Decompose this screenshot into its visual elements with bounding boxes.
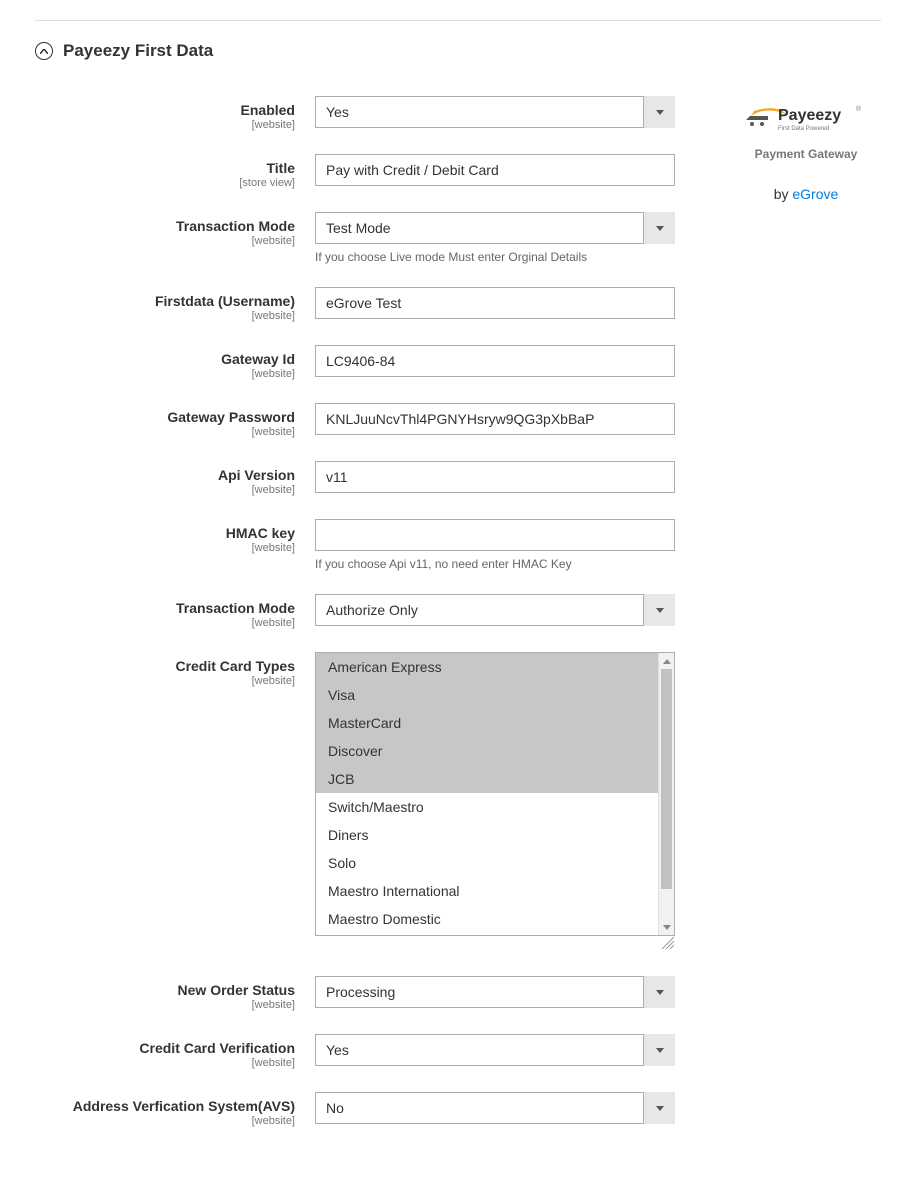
svg-text:®: ®: [856, 105, 862, 113]
egrove-link[interactable]: eGrove: [792, 186, 838, 202]
field-payment-action: Transaction Mode [website] Authorize Onl…: [35, 594, 701, 629]
chevron-down-icon: [643, 1034, 675, 1066]
sidebar-column: Payeezy First Data Powered ® Payment Gat…: [701, 96, 881, 202]
scope-website: [website]: [35, 1115, 295, 1127]
divider: [35, 20, 881, 21]
scrollbar[interactable]: [658, 653, 674, 935]
label-enabled: Enabled: [35, 102, 295, 118]
scroll-up-icon: [659, 653, 674, 669]
label-title: Title: [35, 160, 295, 176]
label-api-version: Api Version: [35, 467, 295, 483]
field-enabled: Enabled [website] Yes: [35, 96, 701, 131]
scroll-thumb[interactable]: [661, 669, 672, 889]
chevron-down-icon: [643, 594, 675, 626]
select-new-order-status[interactable]: Processing: [315, 976, 675, 1008]
multiselect-option[interactable]: JCB: [316, 765, 658, 793]
scroll-down-icon: [659, 919, 674, 935]
multiselect-option[interactable]: Visa: [316, 681, 658, 709]
select-transaction-mode[interactable]: Test Mode: [315, 212, 675, 244]
label-avs: Address Verfication System(AVS): [35, 1098, 295, 1114]
input-api-version[interactable]: [315, 461, 675, 493]
multiselect-option[interactable]: Discover: [316, 737, 658, 765]
scope-website: [website]: [35, 426, 295, 438]
note-transaction-mode: If you choose Live mode Must enter Orgin…: [315, 250, 675, 264]
gateway-text: Payment Gateway: [731, 147, 881, 161]
scope-website: [website]: [35, 675, 295, 687]
resize-grip-icon[interactable]: [660, 935, 674, 949]
input-firstdata-username[interactable]: [315, 287, 675, 319]
field-gateway-password: Gateway Password [website]: [35, 403, 701, 438]
section-header[interactable]: Payeezy First Data: [35, 41, 881, 61]
label-gateway-password: Gateway Password: [35, 409, 295, 425]
select-new-order-status-value: Processing: [315, 976, 675, 1008]
select-avs[interactable]: No: [315, 1092, 675, 1124]
input-gateway-password[interactable]: [315, 403, 675, 435]
collapse-up-icon: [35, 42, 53, 60]
label-ccv: Credit Card Verification: [35, 1040, 295, 1056]
label-hmac-key: HMAC key: [35, 525, 295, 541]
scope-website: [website]: [35, 368, 295, 380]
multiselect-option[interactable]: Maestro Domestic: [316, 905, 658, 933]
multiselect-option[interactable]: Maestro International: [316, 877, 658, 905]
scope-website: [website]: [35, 310, 295, 322]
select-transaction-mode-value: Test Mode: [315, 212, 675, 244]
scope-website: [website]: [35, 484, 295, 496]
field-transaction-mode: Transaction Mode [website] Test Mode If …: [35, 212, 701, 264]
select-ccv[interactable]: Yes: [315, 1034, 675, 1066]
scope-website: [website]: [35, 999, 295, 1011]
payeezy-logo: Payeezy First Data Powered ®: [731, 96, 881, 139]
select-avs-value: No: [315, 1092, 675, 1124]
field-credit-card-types: Credit Card Types [website] American Exp…: [35, 652, 701, 936]
input-hmac-key[interactable]: [315, 519, 675, 551]
select-payment-action-value: Authorize Only: [315, 594, 675, 626]
multiselect-option[interactable]: MasterCard: [316, 709, 658, 737]
field-firstdata-username: Firstdata (Username) [website]: [35, 287, 701, 322]
chevron-down-icon: [643, 1092, 675, 1124]
input-gateway-id[interactable]: [315, 345, 675, 377]
by-text: by: [774, 186, 793, 202]
by-egrove: by eGrove: [731, 186, 881, 202]
multiselect-option[interactable]: American Express: [316, 653, 658, 681]
chevron-down-icon: [643, 212, 675, 244]
scope-website: [website]: [35, 235, 295, 247]
field-new-order-status: New Order Status [website] Processing: [35, 976, 701, 1011]
note-hmac-key: If you choose Api v11, no need enter HMA…: [315, 557, 675, 571]
multiselect-option[interactable]: Solo: [316, 849, 658, 877]
section-title: Payeezy First Data: [63, 41, 213, 61]
multiselect-option[interactable]: Diners: [316, 821, 658, 849]
field-api-version: Api Version [website]: [35, 461, 701, 496]
chevron-down-icon: [643, 976, 675, 1008]
form-column: Enabled [website] Yes Title [store view]: [35, 96, 701, 1150]
logo-subtext: First Data Powered: [778, 126, 829, 132]
scope-storeview: [store view]: [35, 177, 295, 189]
chevron-down-icon: [643, 96, 675, 128]
label-firstdata-username: Firstdata (Username): [35, 293, 295, 309]
scope-website: [website]: [35, 119, 295, 131]
label-transaction-mode: Transaction Mode: [35, 218, 295, 234]
scope-website: [website]: [35, 542, 295, 554]
select-enabled[interactable]: Yes: [315, 96, 675, 128]
select-enabled-value: Yes: [315, 96, 675, 128]
input-title[interactable]: [315, 154, 675, 186]
multiselect-option[interactable]: Switch/Maestro: [316, 793, 658, 821]
label-gateway-id: Gateway Id: [35, 351, 295, 367]
select-ccv-value: Yes: [315, 1034, 675, 1066]
label-credit-card-types: Credit Card Types: [35, 658, 295, 674]
field-gateway-id: Gateway Id [website]: [35, 345, 701, 380]
select-payment-action[interactable]: Authorize Only: [315, 594, 675, 626]
label-new-order-status: New Order Status: [35, 982, 295, 998]
field-hmac-key: HMAC key [website] If you choose Api v11…: [35, 519, 701, 571]
field-avs: Address Verfication System(AVS) [website…: [35, 1092, 701, 1127]
scope-website: [website]: [35, 1057, 295, 1069]
multiselect-credit-card-types[interactable]: American ExpressVisaMasterCardDiscoverJC…: [315, 652, 675, 936]
label-payment-action: Transaction Mode: [35, 600, 295, 616]
field-ccv: Credit Card Verification [website] Yes: [35, 1034, 701, 1069]
field-title: Title [store view]: [35, 154, 701, 189]
scope-website: [website]: [35, 617, 295, 629]
svg-text:Payeezy: Payeezy: [778, 107, 841, 124]
